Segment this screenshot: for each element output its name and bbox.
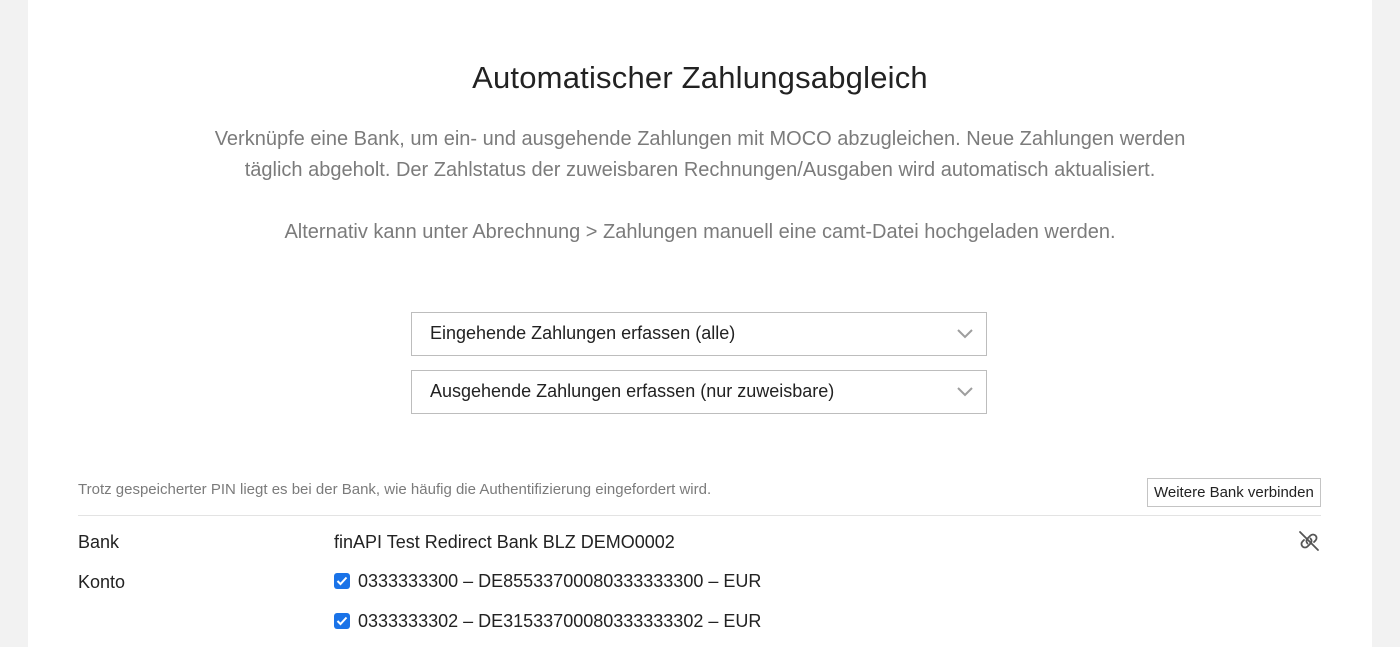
outgoing-payments-select-value: Ausgehende Zahlungen erfassen (nur zuwei… (430, 381, 835, 401)
incoming-payments-select[interactable]: Eingehende Zahlungen erfassen (alle) (411, 312, 987, 356)
incoming-payments-select-value: Eingehende Zahlungen erfassen (alle) (430, 323, 736, 343)
chevron-down-icon (957, 329, 973, 339)
page-title: Automatischer Zahlungsabgleich (472, 60, 928, 95)
description-line-2: täglich abgeholt. Der Zahlstatus der zuw… (244, 159, 1156, 181)
outgoing-payments-select[interactable]: Ausgehende Zahlungen erfassen (nur zuwei… (411, 370, 987, 414)
description-alternative: Alternativ kann unter Abrechnung > Zahlu… (284, 221, 1116, 243)
checkmark-icon (336, 616, 348, 626)
description: Verknüpfe eine Bank, um ein- und ausgehe… (198, 124, 1202, 248)
account-text: 0333333302 – DE31533700080333333302 – EU… (358, 611, 762, 631)
account-text: 0333333300 – DE85533700080333333300 – EU… (358, 571, 762, 591)
bank-name: finAPI Test Redirect Bank BLZ DEMO0002 (334, 532, 675, 552)
account-checkbox[interactable] (334, 613, 350, 629)
divider (78, 515, 1321, 516)
chevron-down-icon (957, 387, 973, 397)
account-label: Konto (78, 572, 126, 592)
description-line-1: Verknüpfe eine Bank, um ein- und ausgehe… (214, 128, 1186, 150)
unlink-icon[interactable] (1297, 530, 1321, 552)
checkmark-icon (336, 576, 348, 586)
bank-label: Bank (78, 532, 120, 552)
connect-bank-button[interactable]: Weitere Bank verbinden (1147, 478, 1321, 507)
account-checkbox[interactable] (334, 573, 350, 589)
pin-note: Trotz gespeicherter PIN liegt es bei der… (78, 481, 712, 498)
content-panel: Automatischer Zahlungsabgleich Verknüpfe… (28, 0, 1372, 647)
